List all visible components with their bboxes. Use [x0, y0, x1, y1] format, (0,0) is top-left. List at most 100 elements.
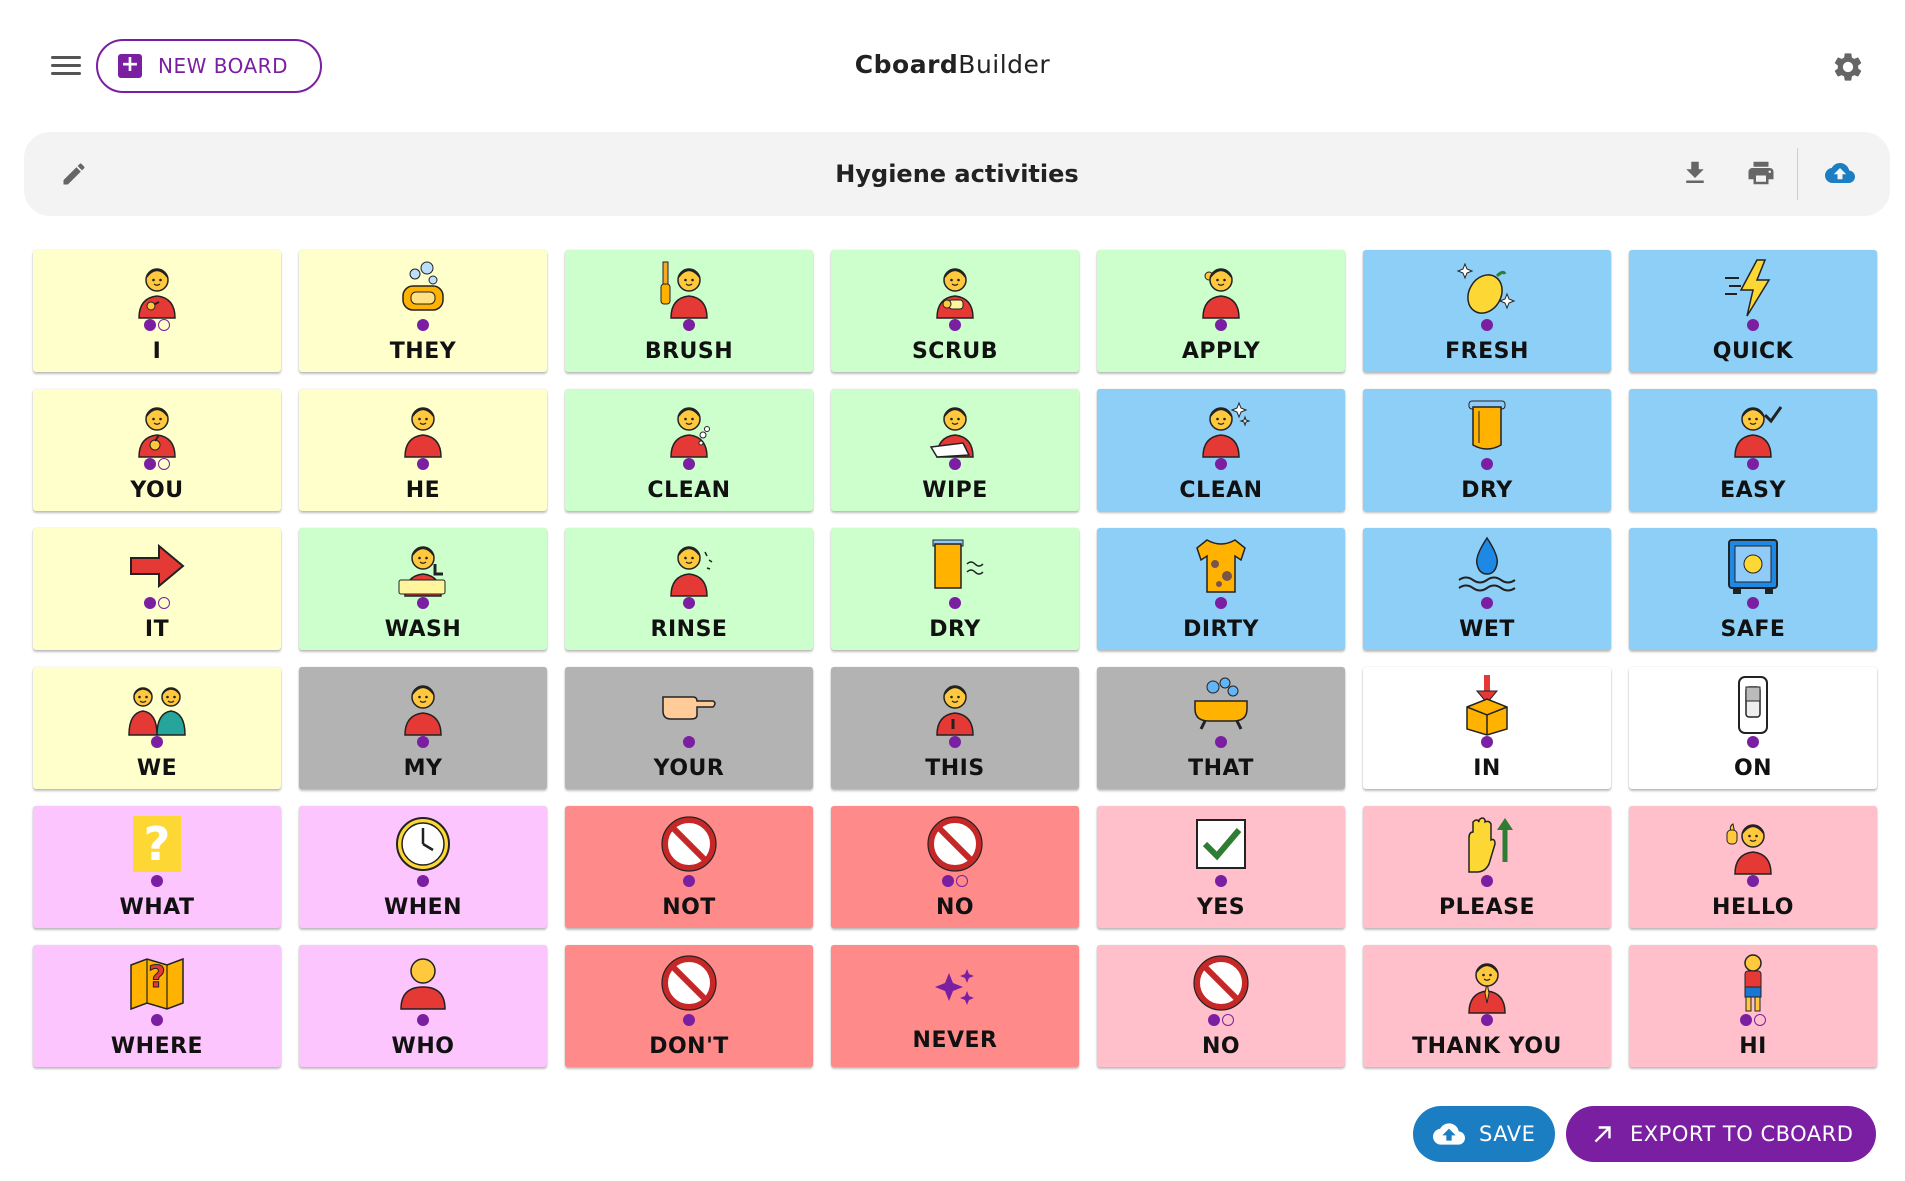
tile-brush[interactable]: BRUSH: [565, 250, 813, 372]
gear-icon[interactable]: [1831, 50, 1865, 84]
tile-on[interactable]: ON: [1629, 667, 1877, 789]
lemon-sparkles-icon: [1363, 256, 1611, 322]
tile-dots: [831, 458, 1079, 470]
tile-don-t[interactable]: DON'T: [565, 945, 813, 1067]
tile-dots: [1097, 319, 1345, 331]
tile-hello[interactable]: HELLO: [1629, 806, 1877, 928]
filled-dot: [1481, 875, 1493, 887]
filled-dot: [1747, 736, 1759, 748]
filled-dot: [144, 319, 156, 331]
tile-label: WIPE: [922, 478, 988, 503]
tile-that[interactable]: THAT: [1097, 667, 1345, 789]
tile-dry[interactable]: DRY: [1363, 389, 1611, 511]
tile-dry[interactable]: DRY: [831, 528, 1079, 650]
tile-we[interactable]: WE: [33, 667, 281, 789]
cloud-upload-icon[interactable]: [1825, 158, 1855, 188]
filled-dot: [1215, 875, 1227, 887]
tile-label: DIRTY: [1183, 617, 1259, 642]
person-waving-icon: [1629, 812, 1877, 878]
filled-dot: [949, 458, 961, 470]
tile-dots: [1097, 458, 1345, 470]
tile-clean[interactable]: CLEAN: [1097, 389, 1345, 511]
tile-dots: [1363, 875, 1611, 887]
tile-wipe[interactable]: WIPE: [831, 389, 1079, 511]
tile-please[interactable]: PLEASE: [1363, 806, 1611, 928]
tile-where[interactable]: ? WHERE: [33, 945, 281, 1067]
outline-dot: [158, 597, 170, 609]
map-question-icon: ?: [33, 951, 281, 1017]
tile-label: WET: [1459, 617, 1515, 642]
export-to-cboard-button[interactable]: EXPORT TO CBOARD: [1566, 1106, 1876, 1162]
filled-dot: [949, 319, 961, 331]
tile-dots: [1629, 597, 1877, 609]
tile-dots: [299, 597, 547, 609]
tile-clean[interactable]: CLEAN: [565, 389, 813, 511]
tile-label: RINSE: [650, 617, 728, 642]
person-pointing-down-icon: [831, 673, 1079, 739]
tile-easy[interactable]: EASY: [1629, 389, 1877, 511]
tile-label: DRY: [929, 617, 981, 642]
tile-no[interactable]: NO: [831, 806, 1079, 928]
tile-label: FRESH: [1445, 339, 1529, 364]
tile-label: HI: [1739, 1034, 1767, 1059]
print-icon[interactable]: [1746, 158, 1776, 188]
tile-label: WE: [136, 756, 178, 781]
filled-dot: [417, 1014, 429, 1026]
tile-your[interactable]: YOUR: [565, 667, 813, 789]
tile-never[interactable]: NEVER: [831, 945, 1079, 1067]
tile-wet[interactable]: WET: [1363, 528, 1611, 650]
tile-label: WHERE: [110, 1034, 204, 1059]
filled-dot: [151, 875, 163, 887]
tile-i[interactable]: I: [33, 250, 281, 372]
tile-dots: [1629, 736, 1877, 748]
tile-scrub[interactable]: SCRUB: [831, 250, 1079, 372]
person-sparkles-icon: [1097, 395, 1345, 461]
tile-not[interactable]: NOT: [565, 806, 813, 928]
tile-fresh[interactable]: FRESH: [1363, 250, 1611, 372]
tile-safe[interactable]: SAFE: [1629, 528, 1877, 650]
tile-what[interactable]: ? WHAT: [33, 806, 281, 928]
tile-this[interactable]: THIS: [831, 667, 1079, 789]
tile-wash[interactable]: WASH: [299, 528, 547, 650]
outline-dot: [158, 458, 170, 470]
tile-label: WASH: [384, 617, 462, 642]
tile-hi[interactable]: HI: [1629, 945, 1877, 1067]
tile-dots: [1363, 736, 1611, 748]
tile-yes[interactable]: YES: [1097, 806, 1345, 928]
towel-wind-icon: [831, 534, 1079, 600]
tile-in[interactable]: IN: [1363, 667, 1611, 789]
filled-dot: [151, 736, 163, 748]
tile-dots: [1097, 1014, 1345, 1026]
pointing-hand-icon: [565, 673, 813, 739]
outline-dot: [1222, 1014, 1234, 1026]
tile-apply[interactable]: APPLY: [1097, 250, 1345, 372]
tile-he[interactable]: HE: [299, 389, 547, 511]
tile-dots: [831, 597, 1079, 609]
filled-dot: [1481, 319, 1493, 331]
tile-when[interactable]: WHEN: [299, 806, 547, 928]
cloud-upload-icon: [1433, 1123, 1465, 1145]
filled-dot: [683, 458, 695, 470]
tile-quick[interactable]: QUICK: [1629, 250, 1877, 372]
towel-icon: [1363, 395, 1611, 461]
tile-who[interactable]: WHO: [299, 945, 547, 1067]
tile-it[interactable]: IT: [33, 528, 281, 650]
two-people-icon: [33, 673, 281, 739]
tile-you[interactable]: YOU: [33, 389, 281, 511]
tile-they[interactable]: THEY: [299, 250, 547, 372]
save-button[interactable]: SAVE: [1413, 1106, 1555, 1162]
person-wiping-icon: [831, 395, 1079, 461]
switch-on-icon: [1629, 673, 1877, 739]
app-title: CboardBuilder: [0, 50, 1905, 79]
tile-thank-you[interactable]: THANK YOU: [1363, 945, 1611, 1067]
tile-dots: [33, 1014, 281, 1026]
filled-dot: [417, 319, 429, 331]
tile-no[interactable]: NO: [1097, 945, 1345, 1067]
download-icon[interactable]: [1680, 158, 1710, 188]
tile-my[interactable]: MY: [299, 667, 547, 789]
tile-dirty[interactable]: DIRTY: [1097, 528, 1345, 650]
person-brushing-hair-icon: [565, 256, 813, 322]
filled-dot: [683, 875, 695, 887]
tile-rinse[interactable]: RINSE: [565, 528, 813, 650]
tile-label: THEY: [389, 339, 457, 364]
